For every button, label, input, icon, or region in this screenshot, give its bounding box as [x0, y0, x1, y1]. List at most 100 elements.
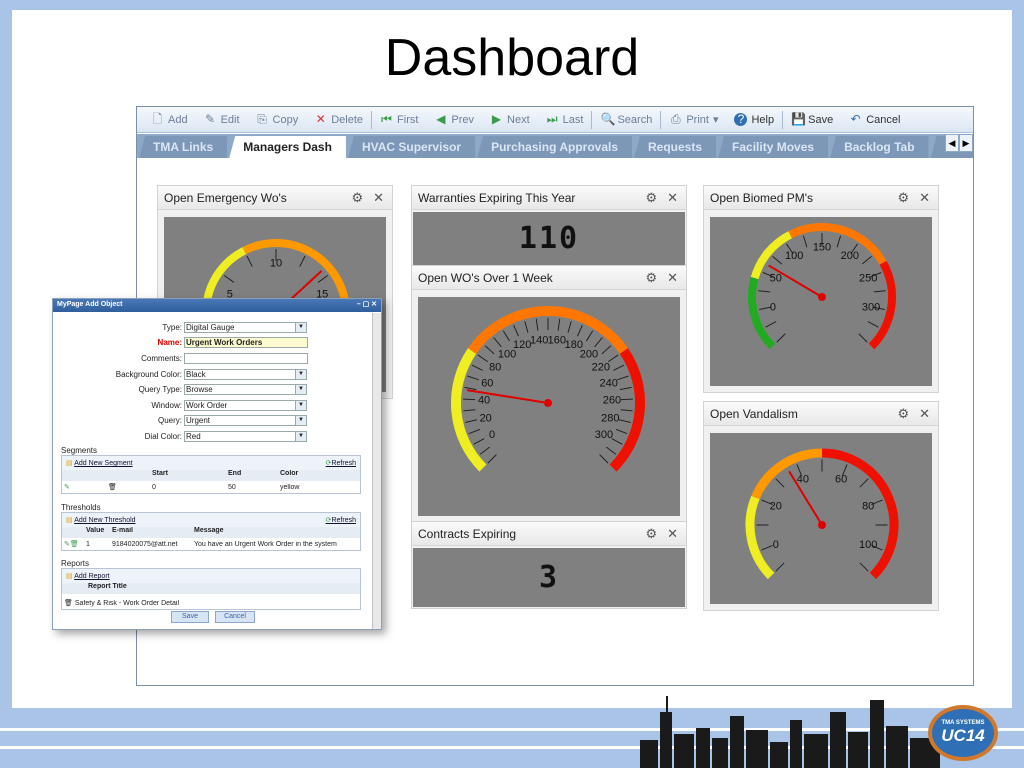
query-select[interactable]: Urgent ▼: [184, 414, 307, 426]
close-icon[interactable]: ✕: [919, 406, 930, 422]
window-label: Window:: [151, 400, 182, 410]
tab-purchasing-approvals[interactable]: Purchasing Approvals: [477, 136, 632, 158]
thresholds-label: Thresholds: [61, 503, 101, 512]
gauge-tick-label: 160: [548, 334, 566, 346]
dialog-cancel-button[interactable]: Cancel: [215, 611, 255, 623]
tab-managers-dash[interactable]: Managers Dash: [229, 136, 346, 158]
gear-icon[interactable]: ⚙: [897, 190, 909, 206]
window-select[interactable]: Work Order ▼: [184, 399, 307, 411]
gauge-tick: [317, 274, 329, 283]
close-icon[interactable]: ✕: [667, 526, 678, 542]
trash-icon[interactable]: 🗑: [106, 483, 150, 491]
tab-tma-links[interactable]: TMA Links: [139, 136, 228, 158]
type-select[interactable]: Digital Gauge ▼: [184, 321, 307, 333]
gauge-tick: [484, 345, 495, 355]
gauge-tick: [567, 321, 572, 333]
search-button[interactable]: 🔍 Search: [592, 109, 660, 131]
segments-panel: ▤ Add New Segment ⟳Refresh Start End Color…: [61, 455, 361, 494]
add-report-link[interactable]: Add Report: [74, 573, 109, 580]
uc14-logo: TMA SYSTEMS UC14: [928, 705, 998, 761]
tab-facility-moves[interactable]: Facility Moves: [718, 136, 829, 158]
tab-scroll-right-icon[interactable]: ▶: [959, 134, 973, 152]
add-button[interactable]: 🗋 Add: [143, 109, 196, 131]
widget-open-biomed: Open Biomed PM's ⚙ ✕ 0 50 100 150 200 250 300: [703, 185, 939, 393]
comments-label: Comments:: [141, 353, 182, 363]
gauge-tick-label: 20: [480, 412, 492, 424]
gauge-tick-label: 140: [530, 334, 548, 346]
reports-label: Reports: [61, 559, 90, 568]
bg-color-select[interactable]: Black ▼: [184, 368, 307, 380]
help-button[interactable]: ? Help: [726, 109, 782, 131]
gauge-tick-label: 220: [592, 361, 610, 373]
last-button[interactable]: ⏭ Last: [538, 109, 592, 131]
delete-button[interactable]: ✕ Delete: [306, 109, 371, 131]
edit-icon[interactable]: ✎: [62, 483, 106, 491]
close-icon[interactable]: ✕: [667, 270, 678, 286]
gauge-band: [751, 448, 823, 500]
comments-input[interactable]: [184, 352, 308, 364]
gauge-tick: [594, 337, 603, 348]
chevron-down-icon: ▾: [712, 114, 719, 126]
next-button[interactable]: ▶ Next: [482, 109, 538, 131]
gauge-tick: [620, 398, 633, 401]
tab-backlog-tab[interactable]: Backlog Tab: [830, 136, 929, 158]
gauge-tick: [473, 438, 485, 445]
copy-button[interactable]: ⎘ Copy: [248, 109, 307, 131]
close-icon[interactable]: ✕: [919, 190, 930, 206]
gauge-tick-label: 60: [481, 377, 493, 389]
digital-value: 110: [413, 212, 685, 265]
gauge-band: [242, 239, 350, 303]
cancel-button[interactable]: ↶ Cancel: [841, 109, 908, 131]
save-button[interactable]: 💾 Save: [783, 109, 841, 131]
gauge-tick: [601, 345, 612, 355]
first-button[interactable]: ⏮ First: [372, 109, 426, 131]
segments-refresh-link[interactable]: ⟳Refresh: [326, 459, 356, 467]
add-segment-link[interactable]: Add New Segment: [74, 460, 132, 467]
window-controls-icon[interactable]: – ▢ ✕: [357, 300, 377, 308]
gauge-tick: [463, 398, 476, 401]
prev-button[interactable]: ◀ Prev: [426, 109, 482, 131]
thresholds-refresh-link[interactable]: ⟳Refresh: [326, 516, 356, 524]
dialog-scrollbar[interactable]: [372, 313, 381, 629]
close-icon[interactable]: ✕: [373, 190, 384, 206]
edit-button[interactable]: ✎ Edit: [196, 109, 248, 131]
col-value: Value: [86, 527, 105, 534]
add-threshold-link[interactable]: Add New Threshold: [74, 517, 135, 524]
gauge-tick-label: 120: [513, 339, 531, 351]
tab-bar: TMA Links Managers Dash HVAC Supervisor …: [137, 134, 973, 158]
edit-icon[interactable]: ✎🗑: [62, 540, 84, 548]
gear-icon[interactable]: ⚙: [351, 190, 363, 206]
list-item[interactable]: 🗑 Safety & Risk - Work Order Detail: [62, 597, 360, 609]
query-type-select[interactable]: Browse ▼: [184, 383, 307, 395]
gauge-tick: [758, 290, 771, 293]
table-row: ✎ 🗑 0 50 yellow: [62, 483, 300, 492]
gauge-tick-label: 240: [600, 377, 618, 389]
chevron-down-icon: ▼: [295, 383, 307, 395]
gauge-tick: [873, 290, 886, 293]
tab-requests[interactable]: Requests: [634, 136, 717, 158]
tab-hvac-supervisor[interactable]: HVAC Supervisor: [347, 136, 476, 158]
dialog-save-button[interactable]: Save: [171, 611, 209, 623]
gear-icon[interactable]: ⚙: [645, 270, 657, 286]
gear-icon[interactable]: ⚙: [897, 406, 909, 422]
gauge-tick: [299, 255, 306, 267]
gauge-tick: [802, 235, 808, 248]
dial-color-select[interactable]: Red ▼: [184, 430, 307, 442]
undo-icon: ↶: [850, 112, 861, 126]
col-message: Message: [194, 527, 224, 534]
query-label: Query:: [157, 415, 182, 425]
print-button[interactable]: ⎙ Print ▾: [661, 109, 726, 131]
gauge-tick: [859, 478, 869, 488]
name-input[interactable]: Urgent Work Orders: [184, 336, 308, 348]
gear-icon[interactable]: ⚙: [645, 526, 657, 542]
gear-icon[interactable]: ⚙: [645, 190, 657, 206]
close-icon[interactable]: ✕: [667, 190, 678, 206]
col-start: Start: [152, 470, 168, 477]
gauge-tick: [479, 446, 491, 455]
slide-title: Dashboard: [384, 29, 640, 87]
tab-scroll-left-icon[interactable]: ◀: [945, 134, 959, 152]
dial-color-label: Dial Color:: [144, 431, 182, 441]
gauge-tick: [493, 337, 502, 348]
gauge-tick: [463, 409, 476, 412]
toolbar: 🗋 Add ✎ Edit ⎘ Copy ✕ Delete ⏮ First ◀ Prev ▶ N…: [137, 107, 973, 133]
